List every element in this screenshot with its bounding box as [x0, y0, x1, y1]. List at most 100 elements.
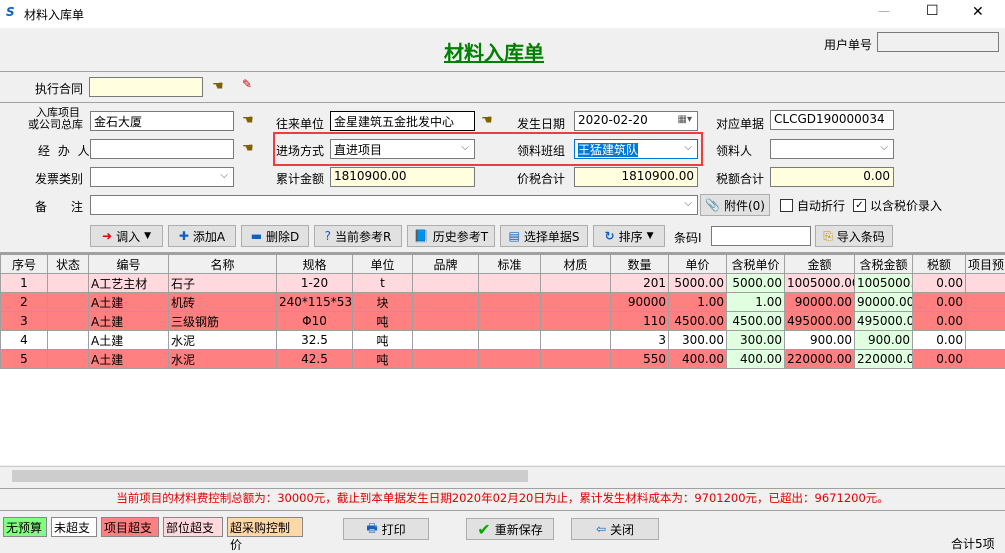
cell-material[interactable] — [541, 274, 611, 293]
tax-price-checkbox[interactable]: ✓以含税价录入 — [853, 197, 942, 214]
checkbox-checked[interactable]: ✓ — [853, 199, 866, 212]
cell-spec[interactable]: Φ10 — [277, 312, 353, 331]
invoice-select[interactable]: ⌵ — [90, 167, 234, 187]
cell-tax-price[interactable]: 5000.00 — [727, 274, 785, 293]
table-row[interactable]: 1A工艺主材石子1-20t2015000.005000.001005000.00… — [1, 274, 1005, 293]
cell-brand[interactable] — [413, 350, 479, 369]
cell-tax-amount[interactable]: 900.00 — [855, 331, 913, 350]
column-header[interactable]: 单价 — [669, 255, 727, 274]
table-row[interactable]: 5A土建水泥42.5吨550400.00400.00220000.0022000… — [1, 350, 1005, 369]
column-header[interactable]: 规格 — [277, 255, 353, 274]
cell-budget[interactable] — [966, 293, 1005, 312]
checkbox-box[interactable] — [780, 199, 793, 212]
barcode-input[interactable] — [711, 226, 811, 246]
contract-input[interactable] — [89, 77, 203, 97]
calendar-icon[interactable]: ▦▾ — [678, 114, 692, 125]
cell-amount[interactable]: 90000.00 — [785, 293, 855, 312]
scrollbar-thumb[interactable] — [12, 470, 528, 482]
entry-mode-select[interactable]: 直进项目⌵ — [330, 139, 475, 159]
delete-button[interactable]: ▬删除D — [241, 225, 309, 247]
cell-tax[interactable]: 0.00 — [913, 331, 966, 350]
column-header[interactable]: 标准 — [479, 255, 541, 274]
project-input[interactable]: 金石大厦 — [90, 111, 234, 131]
cell-code[interactable]: A土建 — [89, 350, 169, 369]
cell-unit[interactable]: 吨 — [353, 312, 413, 331]
cell-material[interactable] — [541, 312, 611, 331]
cell-brand[interactable] — [413, 274, 479, 293]
column-header[interactable]: 材质 — [541, 255, 611, 274]
column-header[interactable]: 序号 — [1, 255, 48, 274]
cell-code[interactable]: A土建 — [89, 331, 169, 350]
cell-spec[interactable]: 32.5 — [277, 331, 353, 350]
cell-tax-price[interactable]: 1.00 — [727, 293, 785, 312]
cell-no[interactable]: 2 — [1, 293, 48, 312]
column-header[interactable]: 名称 — [169, 255, 277, 274]
table-row[interactable]: 2A土建机砖240*115*53块900001.001.0090000.0090… — [1, 293, 1005, 312]
cell-status[interactable] — [48, 312, 89, 331]
resave-button[interactable]: ✔重新保存 — [466, 518, 554, 540]
cell-status[interactable] — [48, 350, 89, 369]
cell-brand[interactable] — [413, 293, 479, 312]
cell-price[interactable]: 300.00 — [669, 331, 727, 350]
import-button[interactable]: ➜调入▼ — [90, 225, 163, 247]
cell-tax[interactable]: 0.00 — [913, 350, 966, 369]
close-window-button[interactable]: ✕ — [972, 4, 984, 20]
cell-name[interactable]: 石子 — [169, 274, 277, 293]
import-barcode-button[interactable]: ⎘导入条码 — [815, 225, 893, 247]
cell-tax-amount[interactable]: 1005000.00 — [855, 274, 913, 293]
pick-hand-icon[interactable]: ☚ — [242, 113, 254, 128]
cell-spec[interactable]: 42.5 — [277, 350, 353, 369]
cell-qty[interactable]: 550 — [611, 350, 669, 369]
cell-no[interactable]: 3 — [1, 312, 48, 331]
cell-amount[interactable]: 220000.00 — [785, 350, 855, 369]
cell-price[interactable]: 4500.00 — [669, 312, 727, 331]
column-header[interactable]: 含税单价 — [727, 255, 785, 274]
close-button[interactable]: ⇦关闭 — [571, 518, 659, 540]
materials-grid[interactable]: 序号状态编号名称规格单位品牌标准材质数量单价含税单价金额含税金额税额项目预1A工… — [0, 252, 1005, 465]
cell-amount[interactable]: 1005000.00 — [785, 274, 855, 293]
cell-budget[interactable] — [966, 350, 1005, 369]
cell-budget[interactable] — [966, 312, 1005, 331]
cell-tax-amount[interactable]: 495000.00 — [855, 312, 913, 331]
attachment-button[interactable]: 📎附件(0) — [700, 194, 770, 216]
column-header[interactable]: 品牌 — [413, 255, 479, 274]
date-picker[interactable]: 2020-02-20▦▾ — [574, 111, 698, 131]
current-ref-button[interactable]: ?当前参考R — [314, 225, 402, 247]
cell-price[interactable]: 1.00 — [669, 293, 727, 312]
clear-brush-icon[interactable]: ✎ — [242, 77, 252, 91]
cell-budget[interactable] — [966, 274, 1005, 293]
cell-spec[interactable]: 240*115*53 — [277, 293, 353, 312]
cell-amount[interactable]: 495000.00 — [785, 312, 855, 331]
maximize-button[interactable]: ☐ — [926, 3, 939, 19]
column-header[interactable]: 税额 — [913, 255, 966, 274]
select-doc-button[interactable]: ▤选择单据S — [500, 225, 588, 247]
cell-code[interactable]: A工艺主材 — [89, 274, 169, 293]
table-row[interactable]: 3A土建三级钢筋Φ10吨1104500.004500.00495000.0049… — [1, 312, 1005, 331]
cell-unit[interactable]: 吨 — [353, 331, 413, 350]
cell-qty[interactable]: 110 — [611, 312, 669, 331]
cell-price[interactable]: 400.00 — [669, 350, 727, 369]
cell-amount[interactable]: 900.00 — [785, 331, 855, 350]
history-ref-button[interactable]: 📘历史参考T — [407, 225, 495, 247]
cell-tax-price[interactable]: 4500.00 — [727, 312, 785, 331]
handler-input[interactable] — [90, 139, 234, 159]
column-header[interactable]: 项目预 — [966, 255, 1005, 274]
cell-no[interactable]: 1 — [1, 274, 48, 293]
cell-qty[interactable]: 201 — [611, 274, 669, 293]
cell-material[interactable] — [541, 331, 611, 350]
column-header[interactable]: 金额 — [785, 255, 855, 274]
cell-budget[interactable] — [966, 331, 1005, 350]
column-header[interactable]: 编号 — [89, 255, 169, 274]
pick-hand-icon[interactable]: ☚ — [481, 113, 493, 128]
cell-spec[interactable]: 1-20 — [277, 274, 353, 293]
pick-hand-icon[interactable]: ☚ — [242, 141, 254, 156]
pick-hand-icon[interactable]: ☚ — [212, 79, 224, 94]
horizontal-scrollbar[interactable] — [0, 466, 1005, 484]
cell-std[interactable] — [479, 293, 541, 312]
cell-brand[interactable] — [413, 331, 479, 350]
remark-input[interactable]: ⌵ — [90, 195, 698, 215]
cell-name[interactable]: 水泥 — [169, 350, 277, 369]
cell-unit[interactable]: 吨 — [353, 350, 413, 369]
cell-no[interactable]: 4 — [1, 331, 48, 350]
partner-input[interactable]: 金星建筑五金批发中心 — [330, 111, 475, 131]
